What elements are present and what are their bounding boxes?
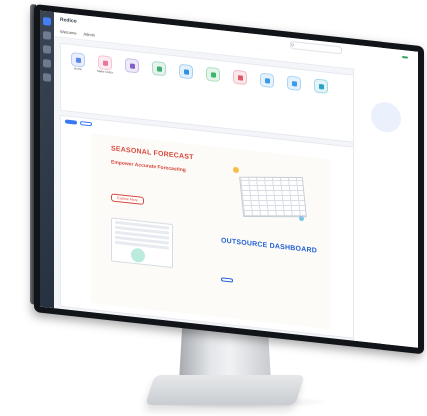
order-icon: [98, 54, 112, 71]
app-label: Make Order: [97, 68, 113, 75]
empty-state-illustration: [371, 100, 401, 134]
forecast-title: SEASONAL FORECAST: [111, 145, 194, 162]
app-icon: [314, 78, 328, 94]
app-icon: [287, 75, 301, 92]
home-icon: [71, 52, 85, 68]
app-glyph: [156, 65, 162, 72]
app-glyph: [102, 59, 108, 66]
app-glyph: [210, 71, 216, 78]
dashboard-explore-button[interactable]: [221, 277, 233, 283]
app-title: Redico: [60, 16, 77, 25]
apps-rail-icon[interactable]: [43, 30, 51, 40]
app-glyph: [129, 62, 135, 69]
monitor-bezel: Redico Q Welcome Admin Home Make Order S…: [34, 4, 424, 355]
app-icon: [260, 72, 274, 89]
app-glyph: [237, 74, 243, 81]
app-tile[interactable]: [119, 53, 145, 78]
right-pane-title: [358, 73, 414, 79]
status-badge: [402, 55, 408, 59]
app-tile[interactable]: [308, 74, 334, 99]
dashboard-description: [221, 259, 316, 269]
forecast-calendar-illustration: [239, 176, 307, 218]
feature-showcase: SEASONAL FORECAST Empower Accurate Forec…: [91, 133, 331, 330]
app-tile-make-order[interactable]: Make Order: [92, 50, 118, 75]
app-icon: [125, 57, 139, 74]
right-pane: [353, 68, 418, 348]
app-glyph: [291, 80, 297, 87]
app-tile[interactable]: [254, 68, 280, 93]
app-glyph: [318, 83, 324, 89]
app-icon: [206, 66, 220, 83]
app-tile[interactable]: [200, 62, 226, 87]
feature-panel: SEASONAL FORECAST Empower Accurate Forec…: [60, 114, 362, 340]
chip[interactable]: [80, 120, 92, 127]
app-glyph: [264, 77, 270, 84]
app-tile[interactable]: [227, 65, 253, 90]
empty-state-text: [354, 133, 418, 140]
forecast-subtitle: Empower Accurate Forecasting: [111, 159, 186, 174]
app-tile[interactable]: [173, 59, 199, 84]
chip-active[interactable]: [65, 119, 77, 125]
app-icon: [179, 63, 193, 80]
app-tile[interactable]: [281, 71, 307, 96]
app-icon: [152, 60, 166, 77]
app-tile-home[interactable]: Home: [65, 47, 91, 72]
tab-admin[interactable]: Admin: [84, 31, 95, 37]
reports-rail-icon[interactable]: [43, 58, 51, 68]
screen: Redico Q Welcome Admin Home Make Order S…: [40, 10, 418, 348]
app-glyph: [183, 68, 189, 75]
home-rail-icon[interactable]: [43, 16, 51, 26]
dashboard-title: OUTSOURCE DASHBOARD: [221, 237, 317, 255]
decor-dot: [299, 215, 304, 222]
app-glyph: [75, 57, 81, 63]
tab-welcome[interactable]: Welcome: [60, 29, 77, 36]
app-label: Home: [73, 66, 82, 72]
left-rail: [40, 10, 54, 309]
decor-dot: [233, 166, 239, 174]
settings-rail-icon[interactable]: [43, 72, 51, 82]
app-icon: [233, 69, 247, 86]
monitor-stand-base: [145, 375, 305, 405]
app-tile[interactable]: [146, 56, 172, 81]
explore-more-button[interactable]: Explore More: [111, 193, 144, 205]
search-rail-icon[interactable]: [43, 44, 51, 54]
